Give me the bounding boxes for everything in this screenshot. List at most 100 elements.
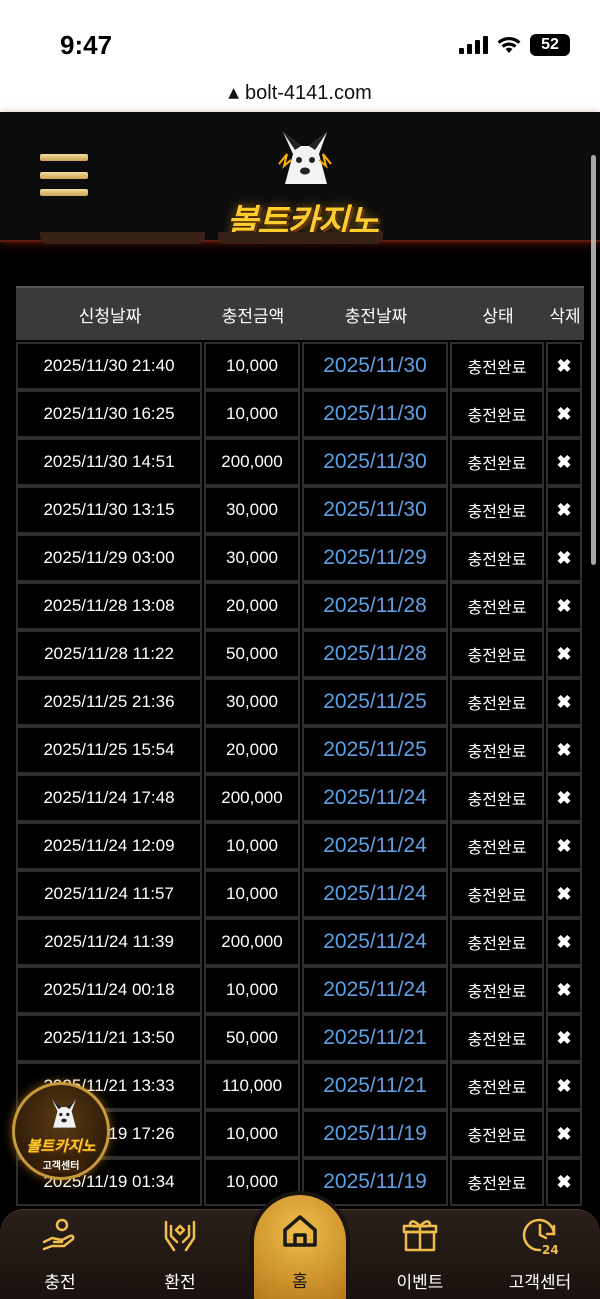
delete-button[interactable]: ✖	[546, 918, 582, 966]
close-icon: ✖	[556, 787, 572, 808]
table-row: 2025/11/30 13:15 30,000 2025/11/30 충전완료 ✖	[16, 486, 584, 534]
exchange-hands-icon	[164, 1220, 196, 1252]
close-icon: ✖	[556, 979, 572, 1000]
cell-charge-date[interactable]: 2025/11/24	[302, 774, 448, 822]
delete-button[interactable]: ✖	[546, 630, 582, 678]
delete-button[interactable]: ✖	[546, 390, 582, 438]
cell-charge-date[interactable]: 2025/11/21	[302, 1014, 448, 1062]
delete-button[interactable]: ✖	[546, 822, 582, 870]
delete-button[interactable]: ✖	[546, 438, 582, 486]
cell-status: 충전완료	[450, 1062, 544, 1110]
page-scrollbar[interactable]	[591, 155, 596, 565]
close-icon: ✖	[556, 643, 572, 664]
delete-button[interactable]: ✖	[546, 534, 582, 582]
site-logo[interactable]: 볼트카지노	[205, 122, 400, 242]
cell-charge-date[interactable]: 2025/11/30	[302, 438, 448, 486]
close-icon: ✖	[556, 931, 572, 952]
cell-charge-date[interactable]: 2025/11/29	[302, 534, 448, 582]
delete-button[interactable]: ✖	[546, 774, 582, 822]
cell-request-date: 2025/11/25 21:36	[16, 678, 202, 726]
table-row: 2025/11/24 12:09 10,000 2025/11/24 충전완료 ✖	[16, 822, 584, 870]
delete-button[interactable]: ✖	[546, 726, 582, 774]
nav-charge[interactable]: 충전	[20, 1210, 100, 1299]
cell-charge-date[interactable]: 2025/11/25	[302, 678, 448, 726]
nav-charge-label: 충전	[44, 1273, 76, 1293]
wifi-icon	[496, 35, 522, 55]
nav-support[interactable]: 24 고객센터	[495, 1210, 585, 1299]
delete-button[interactable]: ✖	[546, 870, 582, 918]
cell-charge-date[interactable]: 2025/11/28	[302, 582, 448, 630]
nav-home-label: 홈	[292, 1272, 308, 1292]
col-request-date: 신청날짜	[78, 306, 142, 327]
cell-request-date: 2025/11/29 03:00	[16, 534, 202, 582]
nav-support-label: 고객센터	[508, 1273, 572, 1293]
cell-charge-date[interactable]: 2025/11/24	[302, 870, 448, 918]
cell-request-date: 2025/11/24 11:57	[16, 870, 202, 918]
table-row: 2025/11/24 00:18 10,000 2025/11/24 충전완료 ✖	[16, 966, 584, 1014]
cell-status: 충전완료	[450, 534, 544, 582]
cell-charge-date[interactable]: 2025/11/28	[302, 630, 448, 678]
nav-home[interactable]: 홈	[254, 1195, 346, 1299]
battery-icon: 52	[530, 34, 570, 56]
header-tab-right[interactable]	[218, 232, 383, 244]
cell-charge-date[interactable]: 2025/11/25	[302, 726, 448, 774]
cell-amount: 200,000	[204, 918, 300, 966]
cell-request-date: 2025/11/25 15:54	[16, 726, 202, 774]
close-icon: ✖	[556, 499, 572, 520]
delete-button[interactable]: ✖	[546, 678, 582, 726]
address-bar[interactable]: ▲ bolt-4141.com	[0, 74, 600, 112]
cell-charge-date[interactable]: 2025/11/30	[302, 390, 448, 438]
cell-charge-date[interactable]: 2025/11/30	[302, 342, 448, 390]
cell-charge-date[interactable]: 2025/11/19	[302, 1158, 448, 1206]
delete-button[interactable]: ✖	[546, 582, 582, 630]
cell-amount: 50,000	[204, 630, 300, 678]
status-time: 9:47	[60, 30, 113, 60]
support-badge[interactable]: 볼트카지노 고객센터	[12, 1082, 110, 1180]
delete-button[interactable]: ✖	[546, 486, 582, 534]
gift-icon	[402, 1220, 438, 1252]
close-icon: ✖	[556, 547, 572, 568]
delete-button[interactable]: ✖	[546, 1014, 582, 1062]
cell-status: 충전완료	[450, 678, 544, 726]
nav-exchange[interactable]: 환전	[140, 1210, 220, 1299]
cell-charge-date[interactable]: 2025/11/19	[302, 1110, 448, 1158]
header-tab-left[interactable]	[40, 232, 205, 244]
cell-charge-date[interactable]: 2025/11/21	[302, 1062, 448, 1110]
close-icon: ✖	[556, 1123, 572, 1144]
cell-amount: 10,000	[204, 1110, 300, 1158]
table-row: 2025/11/24 11:57 10,000 2025/11/24 충전완료 ✖	[16, 870, 584, 918]
delete-button[interactable]: ✖	[546, 966, 582, 1014]
cell-amount: 30,000	[204, 534, 300, 582]
cell-request-date: 2025/11/24 11:39	[16, 918, 202, 966]
nav-event[interactable]: 이벤트	[380, 1210, 460, 1299]
delete-button[interactable]: ✖	[546, 1110, 582, 1158]
cell-amount: 10,000	[204, 822, 300, 870]
cell-charge-date[interactable]: 2025/11/24	[302, 822, 448, 870]
delete-button[interactable]: ✖	[546, 342, 582, 390]
hand-coin-icon	[42, 1218, 75, 1251]
cell-request-date: 2025/11/24 12:09	[16, 822, 202, 870]
delete-button[interactable]: ✖	[546, 1062, 582, 1110]
cell-amount: 10,000	[204, 966, 300, 1014]
cell-status: 충전완료	[450, 918, 544, 966]
close-icon: ✖	[556, 835, 572, 856]
support-brand: 볼트카지노	[26, 1137, 96, 1155]
svg-text:24: 24	[542, 1243, 559, 1256]
col-status: 상태	[482, 306, 514, 327]
close-icon: ✖	[556, 595, 572, 616]
close-icon: ✖	[556, 1027, 572, 1048]
table-row: 2025/11/21 13:50 50,000 2025/11/21 충전완료 ✖	[16, 1014, 584, 1062]
status-icons: 52	[459, 34, 570, 56]
cell-charge-date[interactable]: 2025/11/24	[302, 966, 448, 1014]
table-header: 신청날짜 충전금액 충전날짜 상태 삭제	[16, 286, 584, 340]
menu-icon[interactable]	[40, 154, 88, 196]
cell-status: 충전완료	[450, 726, 544, 774]
cell-charge-date[interactable]: 2025/11/24	[302, 918, 448, 966]
cell-charge-date[interactable]: 2025/11/30	[302, 486, 448, 534]
close-icon: ✖	[556, 883, 572, 904]
cell-status: 충전완료	[450, 774, 544, 822]
delete-button[interactable]: ✖	[546, 1158, 582, 1206]
cell-status: 충전완료	[450, 1110, 544, 1158]
cell-status: 충전완료	[450, 870, 544, 918]
cell-status: 충전완료	[450, 486, 544, 534]
